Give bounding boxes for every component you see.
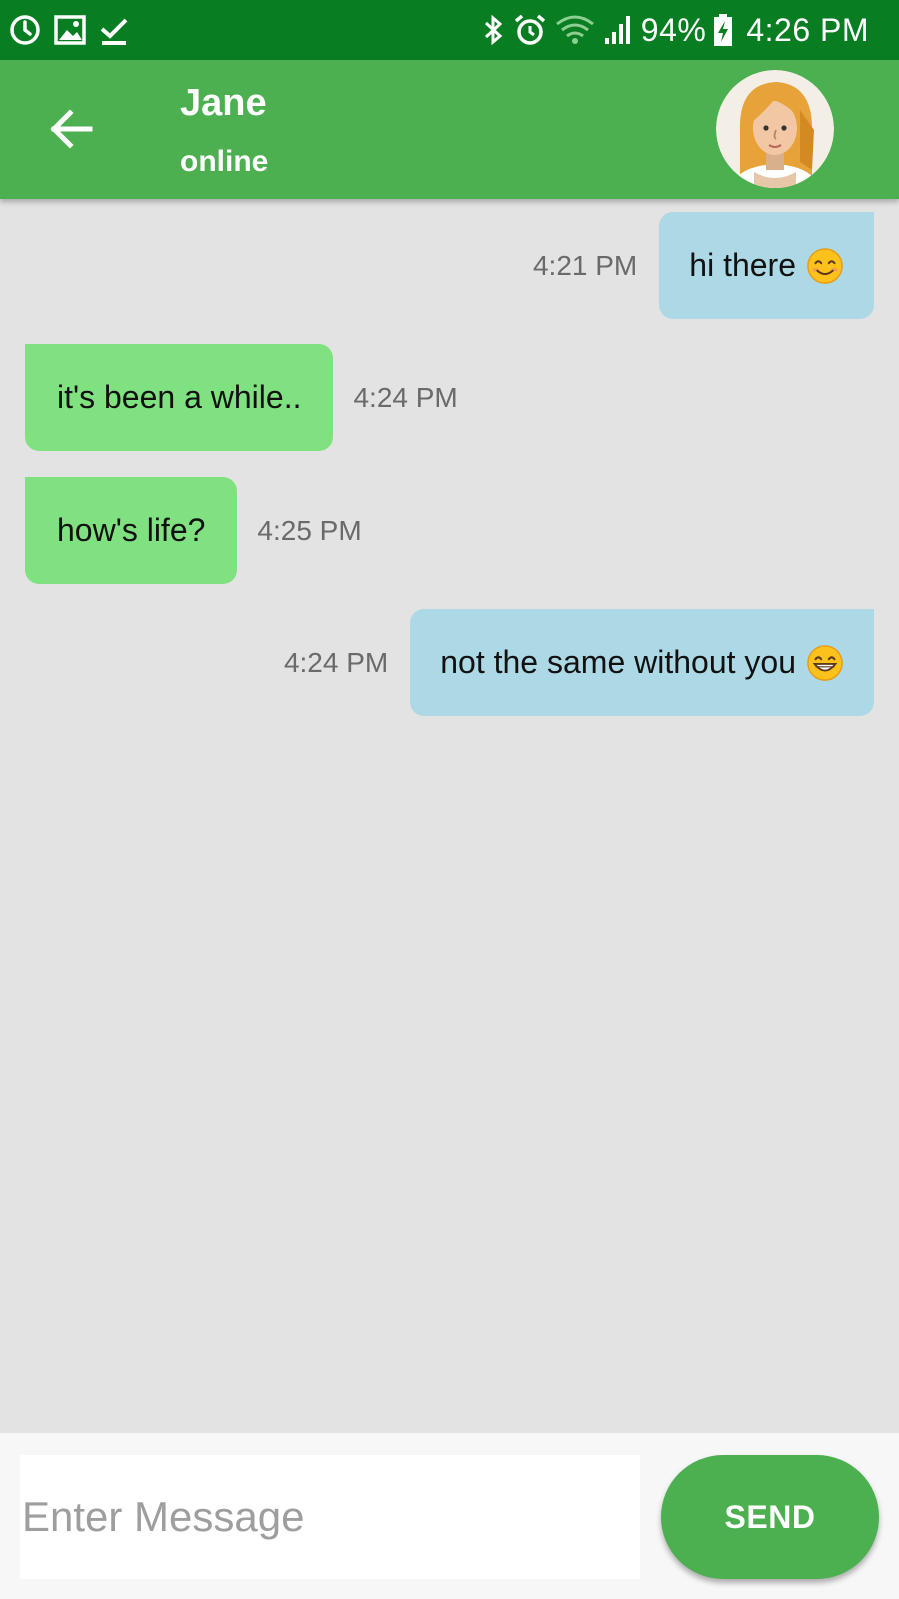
message-bubble-incoming[interactable]: it's been a while.. (25, 344, 334, 451)
contact-status: online (180, 145, 269, 178)
back-button[interactable] (42, 100, 100, 158)
message-timestamp: 4:21 PM (532, 249, 638, 281)
alarm-icon (514, 14, 545, 45)
chat-header: Jane online (0, 60, 899, 199)
message-input[interactable] (20, 1455, 640, 1579)
avatar[interactable] (716, 70, 834, 188)
status-bar: 94% 4:26 PM (0, 0, 899, 60)
bluetooth-icon (484, 14, 503, 46)
avatar-woman-icon (716, 70, 834, 188)
message-bubble-outgoing[interactable]: not the same without you (410, 609, 874, 716)
message-row-outgoing: 4:24 PM not the same without you (284, 609, 874, 716)
download-done-icon (100, 18, 128, 45)
battery-percentage: 94% (640, 12, 707, 48)
arrow-back-icon (50, 109, 93, 149)
message-composer: SEND (0, 1433, 899, 1599)
message-list[interactable]: 4:21 PM hi there it's been a while.. 4:2… (0, 199, 899, 1433)
message-timestamp: 4:24 PM (353, 381, 458, 413)
status-bar-notifications (8, 12, 130, 48)
send-button[interactable]: SEND (661, 1455, 879, 1579)
message-text: it's been a while.. (57, 379, 302, 415)
image-icon (54, 15, 86, 45)
status-bar-system: 94% 4:26 PM (483, 12, 869, 48)
smiling-face-icon (807, 247, 843, 284)
message-text: how's life? (57, 512, 206, 548)
message-bubble-outgoing[interactable]: hi there (659, 212, 874, 319)
message-text: hi there (689, 247, 796, 283)
message-row-outgoing: 4:21 PM hi there (533, 212, 874, 319)
sync-icon (10, 15, 40, 45)
signal-icon (604, 16, 630, 44)
message-timestamp: 4:25 PM (257, 514, 362, 546)
grinning-face-icon (807, 644, 843, 681)
message-row-incoming: how's life? 4:25 PM (25, 477, 362, 584)
message-text: not the same without you (440, 644, 796, 680)
wifi-icon (555, 15, 594, 44)
status-bar-clock: 4:26 PM (746, 12, 869, 48)
message-bubble-incoming[interactable]: how's life? (25, 477, 238, 584)
battery-charging-icon (714, 14, 733, 46)
message-timestamp: 4:24 PM (283, 646, 389, 678)
message-row-incoming: it's been a while.. 4:24 PM (25, 344, 458, 451)
contact-name: Jane (180, 82, 267, 124)
